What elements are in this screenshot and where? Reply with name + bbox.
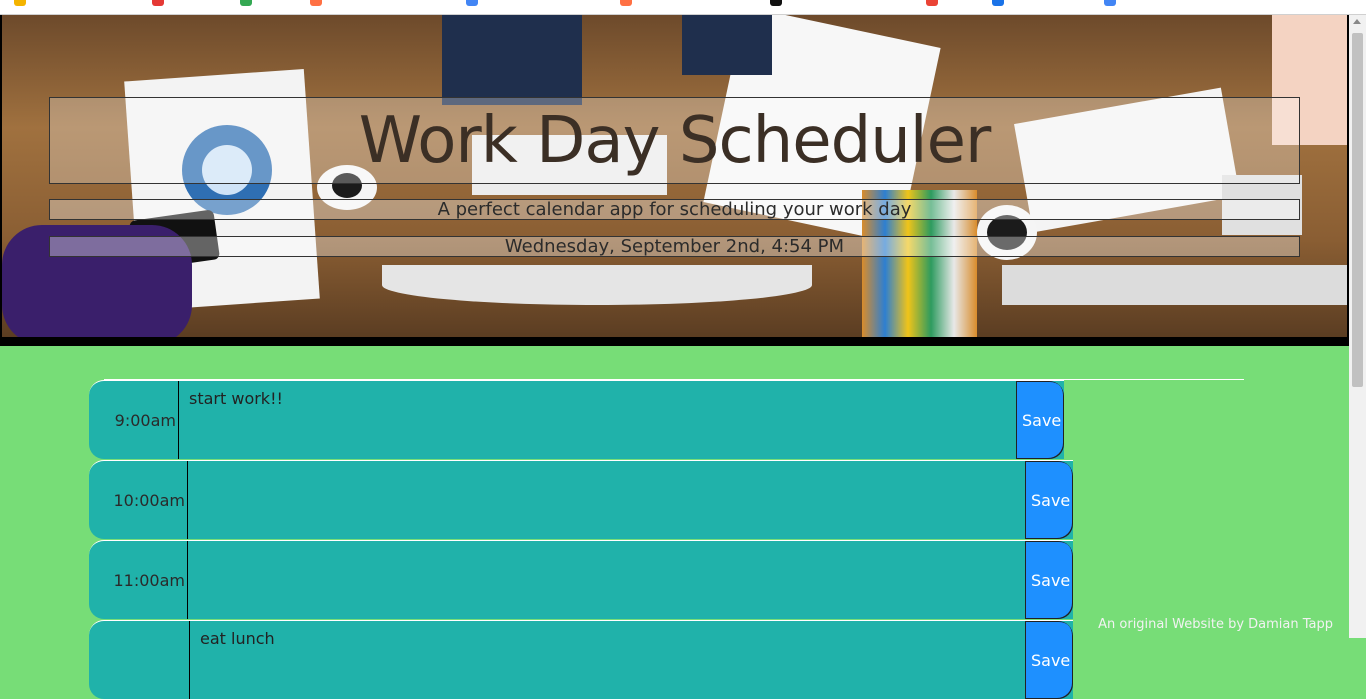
jumbotron: Work Day Scheduler A perfect calendar ap…: [0, 15, 1349, 346]
save-button[interactable]: Save: [1025, 461, 1073, 539]
title-box: Work Day Scheduler: [49, 97, 1300, 184]
time-block-row: 9:00am start work!! Save: [89, 380, 1064, 459]
hour-label: 9:00am: [89, 381, 179, 459]
page-lead: A perfect calendar app for scheduling yo…: [437, 199, 912, 220]
hour-label: 11:00am: [89, 541, 188, 619]
save-button[interactable]: Save: [1025, 541, 1073, 619]
footer-credit: An original Website by Damian Tapp: [1098, 617, 1333, 632]
scroll-up-icon[interactable]: [1353, 19, 1361, 24]
bookmark-icon[interactable]: [992, 0, 1004, 6]
time-block-row: 10:00am Save: [89, 460, 1073, 539]
current-day-box: Wednesday, September 2nd, 4:54 PM: [49, 236, 1300, 257]
time-block-row: eat lunch Save: [89, 620, 1073, 699]
bookmark-icon[interactable]: [240, 0, 252, 6]
bookmark-icon[interactable]: [310, 0, 322, 6]
scroll-thumb[interactable]: [1352, 33, 1363, 387]
bookmark-icon[interactable]: [1104, 0, 1116, 6]
hour-label: [89, 621, 190, 699]
page-title: Work Day Scheduler: [358, 103, 992, 178]
hour-label: 10:00am: [89, 461, 188, 539]
page-scrollbar[interactable]: [1349, 15, 1366, 638]
bookmark-icon[interactable]: [152, 0, 164, 6]
time-block-row: 11:00am Save: [89, 540, 1073, 619]
bookmark-icon[interactable]: [926, 0, 938, 6]
lead-box: A perfect calendar app for scheduling yo…: [49, 199, 1300, 220]
event-description-input[interactable]: eat lunch: [190, 621, 1025, 699]
bookmark-icon[interactable]: [770, 0, 782, 6]
event-description-input[interactable]: start work!!: [179, 381, 1016, 459]
bookmark-icon[interactable]: [14, 0, 26, 6]
current-day: Wednesday, September 2nd, 4:54 PM: [504, 236, 845, 257]
save-button[interactable]: Save: [1025, 621, 1073, 699]
event-description-input[interactable]: [188, 541, 1025, 619]
bookmarks-bar: [0, 0, 1366, 15]
bookmark-icon[interactable]: [466, 0, 478, 6]
event-description-input[interactable]: [188, 461, 1025, 539]
save-button[interactable]: Save: [1016, 381, 1064, 459]
bookmark-icon[interactable]: [620, 0, 632, 6]
